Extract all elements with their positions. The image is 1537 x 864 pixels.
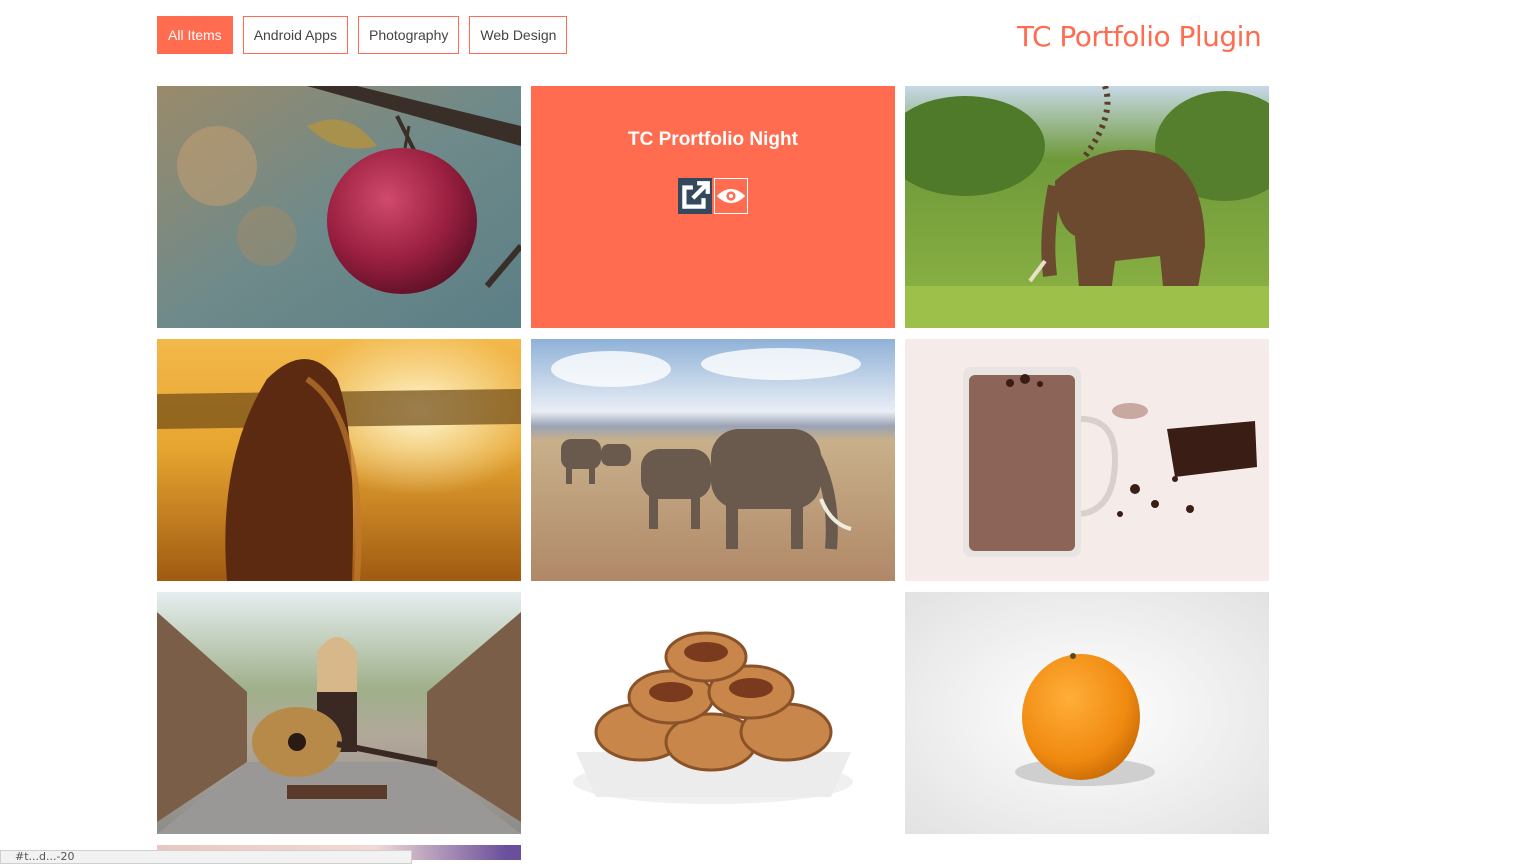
- apple-image: [157, 86, 521, 328]
- filter-all-items[interactable]: All Items: [157, 16, 233, 54]
- girl-guitar-image: [157, 592, 521, 834]
- portfolio-item-elephant-herd[interactable]: [531, 339, 895, 581]
- elephant-herd-image: [531, 339, 895, 581]
- hover-overlay: TC Prortfolio Night: [531, 86, 895, 328]
- girl-sunset-image: [157, 339, 521, 581]
- filter-bar: All Items Android Apps Photography Web D…: [157, 16, 568, 54]
- portfolio-item-orange[interactable]: [905, 592, 1269, 834]
- portfolio-grid: TC Prortfolio Night: [157, 86, 1269, 834]
- status-bar-url: #t...d...-20: [0, 850, 412, 864]
- hot-chocolate-image: [905, 339, 1269, 581]
- filter-photography[interactable]: Photography: [357, 16, 460, 54]
- portfolio-item-girl-sunset[interactable]: [157, 339, 521, 581]
- portfolio-item-hot-chocolate[interactable]: [905, 339, 1269, 581]
- portfolio-item-hovered[interactable]: TC Prortfolio Night: [531, 86, 895, 328]
- external-link-button[interactable]: [678, 178, 712, 214]
- pecans-image: [531, 592, 895, 834]
- portfolio-item-title: TC Prortfolio Night: [628, 129, 798, 150]
- orange-image: [905, 592, 1269, 834]
- external-link-icon: [682, 181, 710, 209]
- portfolio-item-apple[interactable]: [157, 86, 521, 328]
- view-button[interactable]: [714, 178, 748, 214]
- filter-android-apps[interactable]: Android Apps: [242, 16, 348, 54]
- elephant-image: [905, 86, 1269, 328]
- portfolio-item-elephant[interactable]: [905, 86, 1269, 328]
- overlay-actions: [678, 178, 748, 214]
- eye-icon: [716, 188, 746, 204]
- portfolio-item-pecans[interactable]: [531, 592, 895, 834]
- filter-web-design[interactable]: Web Design: [469, 16, 568, 54]
- site-title: TC Portfolio Plugin: [1017, 20, 1262, 53]
- portfolio-item-girl-guitar[interactable]: [157, 592, 521, 834]
